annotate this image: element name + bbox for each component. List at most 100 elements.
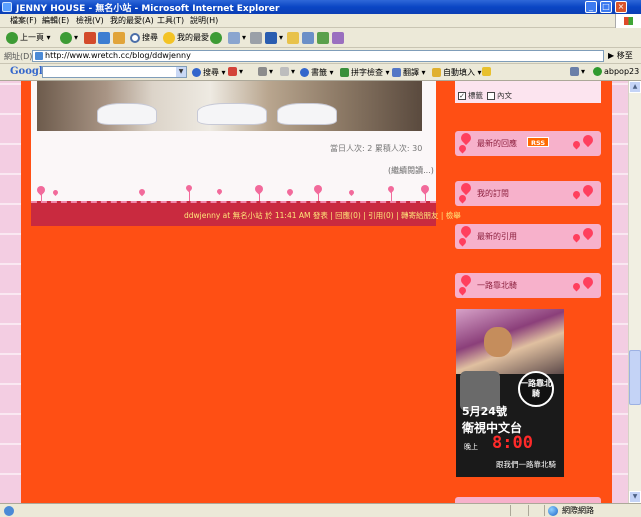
favorites-button[interactable]: 我的最愛 bbox=[163, 31, 209, 45]
highlight-button[interactable]: ▾ bbox=[280, 67, 295, 76]
go-button[interactable]: ▶ 移至 bbox=[608, 50, 633, 61]
pen-button[interactable] bbox=[482, 67, 493, 76]
bookmarks-button[interactable]: 書籤 ▾ bbox=[300, 67, 334, 78]
window-title: JENNY HOUSE - 無名小站 - Microsoft Internet … bbox=[16, 4, 280, 14]
tag-checkbox[interactable]: ✓ 標籤 bbox=[458, 90, 483, 101]
popup-blocker-button[interactable]: ▾ bbox=[228, 67, 243, 76]
heart-icon bbox=[51, 188, 60, 197]
forward-arrow-icon bbox=[60, 31, 72, 44]
menu-edit[interactable]: 編輯(E) bbox=[42, 15, 69, 26]
refresh-button[interactable] bbox=[98, 31, 112, 45]
post-photo[interactable] bbox=[37, 81, 422, 131]
autofill-button[interactable]: 自動填入 ▾ bbox=[432, 67, 482, 78]
heart-icon bbox=[571, 232, 582, 243]
heart-icon bbox=[458, 223, 474, 239]
scrollbar-thumb[interactable] bbox=[629, 350, 641, 405]
vertical-scrollbar[interactable]: ▲ ▼ bbox=[628, 81, 641, 503]
edit-button[interactable]: ▾ bbox=[265, 31, 283, 45]
account-button[interactable]: abpop23 ▾ bbox=[593, 67, 641, 76]
google-search-button[interactable]: 搜尋 ▾ bbox=[192, 67, 226, 78]
google-search-label: 搜尋 bbox=[203, 68, 219, 77]
google-g-icon bbox=[192, 68, 201, 77]
status-separator bbox=[528, 505, 529, 516]
home-icon bbox=[113, 31, 125, 44]
translate-button[interactable]: 翻譯 ▾ bbox=[392, 67, 426, 78]
research-button[interactable] bbox=[302, 31, 316, 45]
autofill-icon bbox=[432, 68, 441, 77]
checkbox-empty-icon bbox=[487, 92, 495, 100]
translate-label: 翻譯 bbox=[403, 68, 419, 77]
back-button[interactable]: 上一頁 ▾ bbox=[6, 31, 51, 45]
menu-help[interactable]: 說明(H) bbox=[190, 15, 218, 26]
address-bar: 網址(D) http://www.wretch.cc/blog/ddwjenny… bbox=[0, 48, 641, 64]
forward-button[interactable]: ▾ bbox=[60, 31, 78, 45]
standard-toolbar: 上一頁 ▾ ▾ 搜尋 我的最愛 ▾ ▾ bbox=[0, 28, 641, 48]
recent-comments-title: 最新的回應 bbox=[477, 139, 517, 148]
shoe-middle bbox=[197, 103, 267, 125]
heart-icon bbox=[215, 187, 224, 196]
heart-icon bbox=[458, 180, 474, 196]
address-label: 網址(D) bbox=[4, 52, 33, 61]
promo-time-prefix: 晚上 bbox=[464, 443, 478, 451]
bookmark-star-icon bbox=[300, 68, 309, 77]
spellcheck-label: 拼字檢查 bbox=[351, 68, 383, 77]
page-options-button[interactable]: ▾ bbox=[258, 67, 273, 76]
search-button[interactable]: 搜尋 bbox=[130, 31, 158, 45]
heart-icon bbox=[571, 139, 582, 150]
scroll-up-icon[interactable]: ▲ bbox=[629, 81, 641, 93]
promo-crowd-photo bbox=[456, 309, 564, 374]
content-checkbox[interactable]: 內文 bbox=[487, 90, 512, 101]
menu-file[interactable]: 檔案(F) bbox=[10, 15, 37, 26]
scroll-down-icon[interactable]: ▼ bbox=[629, 491, 641, 503]
visit-counter: 當日人次: 2 累積人次: 30 bbox=[330, 144, 423, 153]
history-button[interactable] bbox=[210, 31, 224, 45]
heart-icon bbox=[580, 182, 596, 198]
maximize-button[interactable]: □ bbox=[600, 1, 612, 13]
address-input[interactable]: http://www.wretch.cc/blog/ddwjenny bbox=[32, 50, 604, 62]
menu-bar: 檔案(F) 編輯(E) 檢視(V) 我的最愛(A) 工具(T) 說明(H) bbox=[0, 14, 641, 28]
heart-icon bbox=[571, 281, 582, 292]
pen-icon bbox=[482, 67, 491, 76]
messenger-button[interactable] bbox=[317, 31, 331, 45]
tool-extra-button[interactable] bbox=[332, 31, 346, 45]
back-arrow-icon bbox=[6, 31, 18, 44]
tag-checkbox-label: 標籤 bbox=[468, 91, 483, 100]
google-search-input[interactable] bbox=[42, 66, 187, 78]
post-footer-text[interactable]: ddwjenny at 無名小站 於 11:41 AM 發表 | 回應(0) |… bbox=[184, 210, 461, 221]
heart-stem bbox=[259, 192, 260, 201]
heart-icon bbox=[458, 272, 474, 288]
rss-badge[interactable]: RSS bbox=[527, 137, 549, 147]
read-more-link[interactable]: (繼續閱讀...) bbox=[388, 165, 434, 176]
translate-icon bbox=[392, 68, 401, 77]
tv-promo-banner[interactable]: 一路靠北騎 5月24號 衛視中文台 晚上 8:00 跟我們一路靠北騎 bbox=[456, 309, 564, 477]
close-button[interactable]: × bbox=[615, 1, 627, 13]
sidebar-recent-trackbacks: 最新的引用 bbox=[455, 223, 601, 249]
discuss-button[interactable] bbox=[287, 31, 301, 45]
sidebar-ride-promo: 一路靠北騎 bbox=[455, 272, 601, 298]
stop-button[interactable] bbox=[84, 31, 98, 45]
account-dot-icon bbox=[593, 67, 602, 76]
heart-stem bbox=[391, 192, 392, 201]
mail-button[interactable]: ▾ bbox=[228, 31, 246, 45]
mail-icon bbox=[228, 31, 240, 44]
settings-button[interactable]: ▾ bbox=[570, 67, 585, 76]
search-icon bbox=[130, 32, 140, 43]
minimize-button[interactable]: _ bbox=[585, 1, 597, 13]
heart-icon bbox=[580, 132, 596, 148]
menu-tools[interactable]: 工具(T) bbox=[157, 15, 184, 26]
heart-stem bbox=[189, 191, 190, 201]
star-icon bbox=[163, 31, 175, 44]
menu-view[interactable]: 檢視(V) bbox=[76, 15, 104, 26]
google-toolbar: Google 搜尋 ▾ ▾ ▾ ▾ 書籤 ▾ 拼字檢查 ▾ 翻譯 ▾ 自動填入 … bbox=[0, 64, 641, 81]
home-button[interactable] bbox=[113, 31, 127, 45]
security-zone: 網際網路 bbox=[548, 505, 594, 516]
popup-blocker-icon bbox=[228, 67, 237, 76]
status-separator bbox=[544, 505, 545, 516]
menu-favorites[interactable]: 我的最愛(A) bbox=[110, 15, 154, 26]
shoe-left bbox=[97, 103, 157, 125]
heart-icon bbox=[571, 189, 582, 200]
print-button[interactable] bbox=[250, 31, 264, 45]
print-icon bbox=[250, 31, 262, 44]
search-label: 搜尋 bbox=[142, 33, 158, 42]
spellcheck-button[interactable]: 拼字檢查 ▾ bbox=[340, 67, 390, 78]
